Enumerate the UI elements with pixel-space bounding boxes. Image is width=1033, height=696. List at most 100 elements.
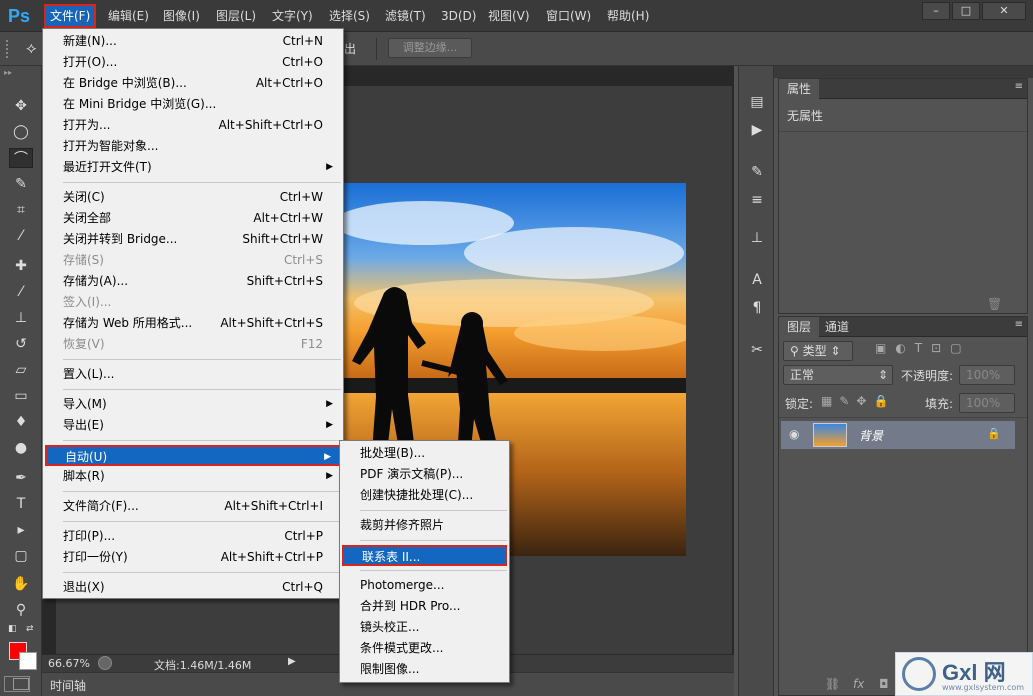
menu-select[interactable]: 选择(S) — [325, 6, 374, 26]
file-menu-item[interactable]: 打印(P)... Ctrl+P — [45, 526, 341, 547]
background-color-swatch[interactable] — [19, 652, 37, 670]
menu-file[interactable]: 文件(F) — [44, 4, 97, 28]
eraser-tool-icon[interactable]: ▱ — [9, 360, 33, 380]
move-tool-icon[interactable]: ✥ — [9, 96, 33, 116]
zoom-tool-icon[interactable]: ⚲ — [9, 600, 33, 620]
automate-menu-item[interactable]: 裁剪并修齐照片 — [342, 515, 507, 536]
tab-properties[interactable]: 属性 — [779, 79, 820, 99]
layers-menu-icon[interactable]: ≡ — [1015, 319, 1023, 330]
paragraph-icon[interactable]: ¶ — [747, 298, 767, 318]
crop-tool-icon[interactable]: ⌗ — [9, 200, 33, 220]
adjustments-icon[interactable]: ≡ — [747, 190, 767, 210]
minimize-button[interactable]: – — [922, 2, 950, 20]
link-layers-icon[interactable]: ⛓ — [825, 677, 840, 691]
clone-source-icon[interactable]: ⊥ — [747, 228, 767, 248]
automate-menu-item[interactable]: 合并到 HDR Pro... — [342, 596, 507, 617]
menu-filter[interactable]: 滤镜(T) — [381, 6, 430, 26]
properties-menu-icon[interactable]: ≡ — [1015, 81, 1023, 92]
brush-tool-icon[interactable]: ⁄ — [9, 282, 33, 302]
menu-window[interactable]: 窗口(W) — [542, 6, 595, 26]
maximize-button[interactable]: □ — [952, 2, 980, 20]
eye-icon[interactable]: ◉ — [789, 427, 799, 441]
file-menu-item[interactable]: 导出(E) ▶ — [45, 415, 341, 436]
automate-menu-item[interactable]: 创建快捷批处理(C)... — [342, 485, 507, 506]
pen-tool-icon[interactable]: ✒ — [9, 468, 33, 488]
file-menu-item[interactable]: 存储为 Web 所用格式... Alt+Shift+Ctrl+S — [45, 313, 341, 334]
menu-3d[interactable]: 3D(D) — [437, 6, 480, 26]
lock-icons[interactable]: ▦✎✥🔒 — [821, 394, 901, 410]
layer-row-background[interactable]: ◉ 背景 🔒 — [781, 421, 1015, 449]
file-menu-item[interactable]: 打印一份(Y) Alt+Shift+Ctrl+P — [45, 547, 341, 568]
file-menu-item[interactable]: 关闭(C) Ctrl+W — [45, 187, 341, 208]
file-menu-item[interactable]: 关闭全部 Alt+Ctrl+W — [45, 208, 341, 229]
automate-menu-item[interactable]: Photomerge... — [342, 575, 507, 596]
add-mask-icon[interactable]: ◘ — [879, 677, 889, 691]
menu-view[interactable]: 视图(V) — [484, 6, 534, 26]
shape-tool-icon[interactable]: ▢ — [9, 546, 33, 566]
fill-input[interactable]: 100% — [959, 393, 1015, 413]
layer-filter-select[interactable]: ⚲ 类型 ⇕ — [783, 341, 853, 361]
refine-edge-button[interactable]: 调整边缘... — [388, 38, 472, 58]
tab-channels[interactable]: 通道 — [817, 317, 857, 337]
lasso-tool-icon[interactable]: ⌒ — [9, 148, 33, 168]
file-menu-item[interactable]: 新建(N)... Ctrl+N — [45, 31, 341, 52]
actions-icon[interactable]: ▶ — [747, 120, 767, 140]
file-menu-item[interactable]: 打开(O)... Ctrl+O — [45, 52, 341, 73]
tool-presets-icon[interactable]: ✂ — [747, 340, 767, 360]
character-icon[interactable]: A — [747, 270, 767, 290]
blend-mode-select[interactable]: 正常 ⇕ — [783, 365, 893, 385]
eyedropper-tool-icon[interactable]: ⁄ — [9, 226, 33, 246]
clone-stamp-tool-icon[interactable]: ⊥ — [9, 308, 33, 328]
screen-mode-icon[interactable] — [4, 676, 30, 692]
layer-filter-icons[interactable]: ▣◐T⊡▢ — [875, 341, 1005, 361]
automate-menu-item[interactable]: 镜头校正... — [342, 617, 507, 638]
default-colors-icon[interactable]: ◧ — [8, 624, 22, 634]
history-icon[interactable]: ▤ — [747, 92, 767, 112]
tab-layers[interactable]: 图层 — [779, 317, 820, 337]
zoom-level[interactable]: 66.67% — [48, 657, 90, 670]
toolbar-collapse-icon[interactable]: ▸▸ — [4, 68, 38, 77]
file-menu-item[interactable]: 打开为... Alt+Shift+Ctrl+O — [45, 115, 341, 136]
layer-name[interactable]: 背景 — [859, 427, 883, 444]
type-tool-icon[interactable]: T — [9, 494, 33, 514]
automate-menu-item[interactable]: 批处理(B)... — [342, 443, 507, 464]
swap-colors-icon[interactable]: ⇄ — [26, 624, 40, 634]
file-menu-item[interactable]: 最近打开文件(T) ▶ — [45, 157, 341, 178]
gradient-tool-icon[interactable]: ▭ — [9, 386, 33, 406]
path-select-tool-icon[interactable]: ▸ — [9, 520, 33, 540]
automate-menu-item[interactable]: PDF 演示文稿(P)... — [342, 464, 507, 485]
history-brush-tool-icon[interactable]: ↺ — [9, 334, 33, 354]
hand-tool-icon[interactable]: ✋ — [9, 574, 33, 594]
blur-tool-icon[interactable]: ♦ — [9, 412, 33, 432]
brush-preset-icon[interactable]: ✎ — [747, 162, 767, 182]
menu-type[interactable]: 文字(Y) — [268, 6, 317, 26]
menu-image[interactable]: 图像(I) — [159, 6, 204, 26]
menu-layer[interactable]: 图层(L) — [212, 6, 260, 26]
file-menu-item[interactable]: 在 Bridge 中浏览(B)... Alt+Ctrl+O — [45, 73, 341, 94]
file-menu-item[interactable]: 置入(L)... — [45, 364, 341, 385]
status-menu-arrow-icon[interactable]: ▶ — [288, 656, 300, 670]
file-menu-item[interactable]: 关闭并转到 Bridge... Shift+Ctrl+W — [45, 229, 341, 250]
healing-brush-tool-icon[interactable]: ✚ — [9, 256, 33, 276]
opacity-input[interactable]: 100% — [959, 365, 1015, 385]
automate-menu-item[interactable]: 条件模式更改... — [342, 638, 507, 659]
file-menu-item[interactable]: 文件简介(F)... Alt+Shift+Ctrl+I — [45, 496, 341, 517]
menu-help[interactable]: 帮助(H) — [603, 6, 653, 26]
trash-icon[interactable]: 🗑 — [987, 297, 1002, 311]
dodge-tool-icon[interactable]: ● — [9, 438, 33, 458]
file-menu-item[interactable]: 导入(M) ▶ — [45, 394, 341, 415]
file-menu-item[interactable]: 在 Mini Bridge 中浏览(G)... — [45, 94, 341, 115]
close-button[interactable]: ✕ — [982, 2, 1026, 20]
file-menu-item[interactable]: 打开为智能对象... — [45, 136, 341, 157]
quick-select-tool-icon[interactable]: ✎ — [9, 174, 33, 194]
automate-menu-item[interactable]: 限制图像... — [342, 659, 507, 680]
menu-edit[interactable]: 编辑(E) — [104, 6, 153, 26]
marquee-tool-icon[interactable]: ◯ — [9, 122, 33, 142]
layer-fx-icon[interactable]: fx — [853, 677, 864, 691]
file-menu-item[interactable]: 存储为(A)... Shift+Ctrl+S — [45, 271, 341, 292]
file-menu-item[interactable]: 退出(X) Ctrl+Q — [45, 577, 341, 598]
status-info-icon[interactable] — [98, 656, 112, 670]
file-menu-item[interactable]: 脚本(R) ▶ — [45, 466, 341, 487]
automate-menu-item[interactable]: 联系表 II... — [342, 545, 507, 566]
file-menu-item[interactable]: 自动(U) ▶ — [45, 445, 341, 466]
